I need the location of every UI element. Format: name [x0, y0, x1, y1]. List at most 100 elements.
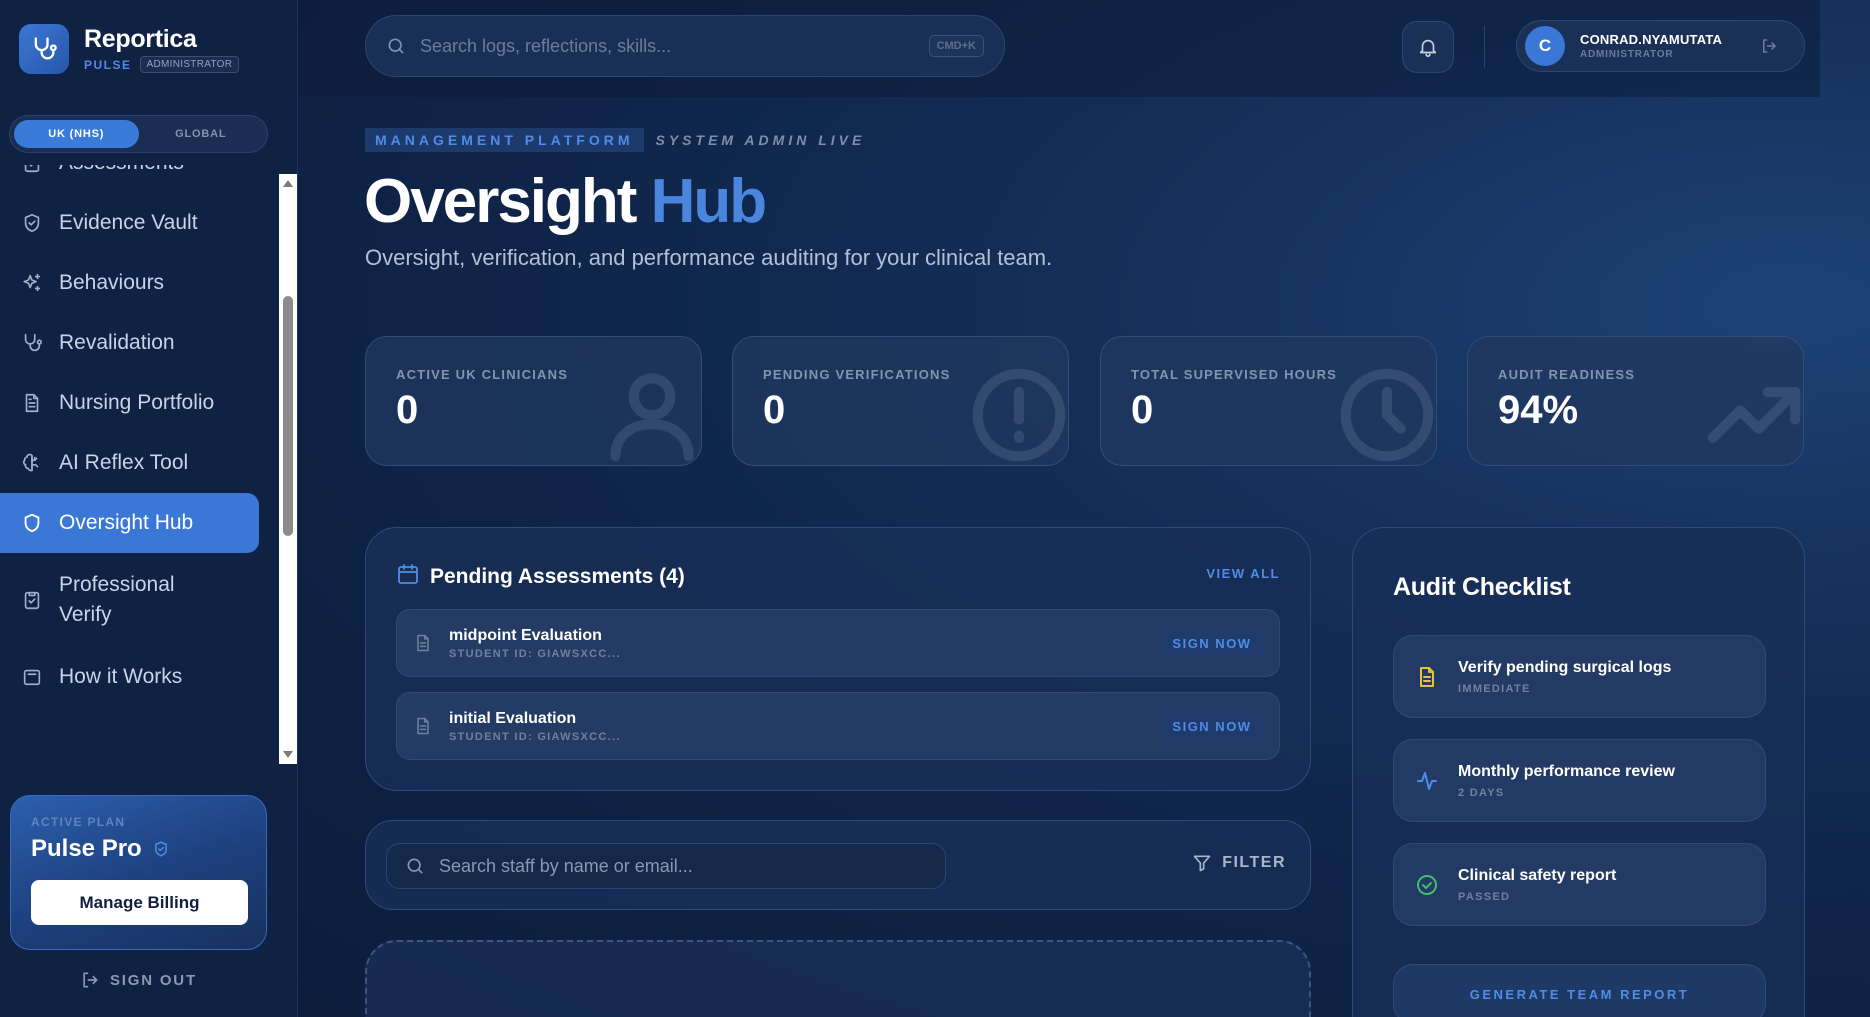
region-option-global[interactable]: GLOBAL [139, 120, 264, 148]
sidebar-item-professional-verify[interactable]: Professional Verify [0, 553, 259, 647]
sparkles-icon [20, 271, 44, 295]
sign-now-button[interactable]: SIGN NOW [1160, 629, 1264, 657]
checklist-item[interactable]: Monthly performance review 2 DAYS [1393, 739, 1766, 822]
list-item: initial Evaluation STUDENT ID: GIAWSXCC.… [396, 692, 1280, 760]
generate-team-report-button[interactable]: GENERATE TEAM REPORT [1393, 964, 1766, 1017]
stat-card-supervised-hours: TOTAL SUPERVISED HOURS 0 [1100, 336, 1437, 466]
brand-name: Reportica [84, 25, 197, 53]
notifications-button[interactable] [1402, 21, 1454, 73]
scroll-down-arrow-icon[interactable] [283, 751, 293, 758]
eyebrow-chip: MANAGEMENT PLATFORM [365, 128, 644, 152]
plan-card: ACTIVE PLAN Pulse Pro Manage Billing [10, 795, 267, 950]
document-icon [20, 391, 44, 415]
clock-icon [1332, 360, 1436, 465]
alert-circle-icon [964, 360, 1068, 465]
assessment-title: initial Evaluation [449, 709, 577, 727]
user-role: ADMINISTRATOR [1580, 49, 1674, 60]
avatar: C [1525, 26, 1565, 66]
sidebar-item-behaviours[interactable]: Behaviours [0, 253, 259, 313]
document-icon [413, 716, 433, 736]
stat-card-active-clinicians: ACTIVE UK CLINICIANS 0 [365, 336, 702, 466]
assessment-student-id: STUDENT ID: GIAWSXCC... [449, 647, 621, 660]
sidebar-item-label: Professional Verify [59, 573, 175, 626]
hero-eyebrow: MANAGEMENT PLATFORM SYSTEM ADMIN LIVE [365, 128, 865, 152]
header-divider [1484, 26, 1485, 68]
sidebar-scrollbar[interactable] [279, 174, 297, 764]
checklist-item[interactable]: Verify pending surgical logs IMMEDIATE [1393, 635, 1766, 718]
search-icon [386, 36, 406, 56]
stethoscope-logo-icon [19, 24, 69, 74]
plan-name: Pulse Pro [31, 835, 142, 862]
sign-now-button[interactable]: SIGN NOW [1160, 712, 1264, 740]
list-item: midpoint Evaluation STUDENT ID: GIAWSXCC… [396, 609, 1280, 677]
audit-checklist-title: Audit Checklist [1393, 573, 1571, 601]
user-menu[interactable]: C CONRAD.NYAMUTATA ADMINISTRATOR [1516, 20, 1805, 72]
global-search: CMD+K [365, 15, 1005, 77]
sidebar-item-evidence-vault[interactable]: Evidence Vault [0, 193, 259, 253]
pending-assessments-panel: Pending Assessments (4) VIEW ALL midpoin… [365, 527, 1311, 791]
clipboard-check-icon [20, 165, 44, 175]
stat-card-audit-readiness: AUDIT READINESS 94% [1467, 336, 1804, 466]
checklist-item-status: PASSED [1458, 890, 1511, 903]
sidebar-item-oversight-hub[interactable]: Oversight Hub [0, 493, 259, 553]
shield-icon [20, 511, 44, 535]
brand-product: PULSE [84, 57, 132, 72]
sidebar-item-how-it-works[interactable]: How it Works [0, 647, 259, 707]
sidebar-nav: Assessments Evidence Vault Behaviours Re… [0, 165, 279, 765]
bell-icon [1419, 39, 1437, 57]
sign-out-button[interactable]: SIGN OUT [80, 970, 197, 990]
brand[interactable]: Reportica PULSE ADMINISTRATOR [19, 24, 240, 74]
sidebar-item-revalidation[interactable]: Revalidation [0, 313, 259, 373]
document-icon [1414, 665, 1440, 689]
checklist-item-title: Clinical safety report [1458, 866, 1617, 884]
user-name: CONRAD.NYAMUTATA [1580, 32, 1723, 47]
activity-icon [1414, 769, 1440, 793]
page-title-main: Oversight [364, 167, 637, 236]
calendar-icon [396, 562, 420, 591]
sidebar-item-assessments[interactable]: Assessments [0, 165, 259, 193]
assessment-title: midpoint Evaluation [449, 626, 602, 644]
filter-icon [1192, 853, 1212, 873]
shield-check-icon [152, 840, 170, 858]
scroll-thumb[interactable] [283, 296, 293, 536]
brain-icon [20, 451, 44, 475]
manage-billing-button[interactable]: Manage Billing [31, 880, 248, 925]
checklist-item-title: Monthly performance review [1458, 762, 1675, 780]
staff-empty-state [365, 940, 1311, 1017]
region-option-uk[interactable]: UK (NHS) [14, 120, 139, 148]
logout-icon [80, 970, 100, 990]
clipboard-check-icon [20, 588, 44, 612]
sidebar-item-label: AI Reflex Tool [59, 451, 189, 474]
sidebar-item-label: Revalidation [59, 331, 175, 354]
scroll-up-arrow-icon[interactable] [283, 180, 293, 187]
plan-label: ACTIVE PLAN [31, 815, 126, 829]
view-all-link[interactable]: VIEW ALL [1206, 566, 1280, 581]
shield-icon [20, 211, 44, 235]
filter-button[interactable]: FILTER [1192, 853, 1286, 873]
sidebar-item-nursing-portfolio[interactable]: Nursing Portfolio [0, 373, 259, 433]
page-title-accent: Hub [650, 167, 768, 236]
audit-checklist-panel: Audit Checklist Verify pending surgical … [1352, 527, 1805, 1017]
sign-out-label: SIGN OUT [110, 971, 197, 989]
logout-icon[interactable] [1760, 37, 1778, 55]
sidebar-item-label: Evidence Vault [59, 211, 198, 234]
checklist-item[interactable]: Clinical safety report PASSED [1393, 843, 1766, 926]
sidebar-item-label: Behaviours [59, 271, 165, 294]
eyebrow-status: SYSTEM ADMIN LIVE [655, 132, 866, 148]
checklist-item-title: Verify pending surgical logs [1458, 658, 1672, 676]
stethoscope-icon [20, 331, 44, 355]
staff-search-input[interactable] [439, 855, 927, 877]
checklist-item-status: IMMEDIATE [1458, 682, 1531, 695]
global-search-input[interactable] [420, 35, 929, 57]
trend-up-icon [1699, 360, 1803, 465]
sidebar-item-label: Assessments [59, 165, 184, 175]
assessment-student-id: STUDENT ID: GIAWSXCC... [449, 730, 621, 743]
sidebar-item-ai-reflex-tool[interactable]: AI Reflex Tool [0, 433, 259, 493]
pending-assessments-title: Pending Assessments (4) [430, 564, 685, 588]
stat-card-pending-verifications: PENDING VERIFICATIONS 0 [732, 336, 1069, 466]
sidebar: Reportica PULSE ADMINISTRATOR UK (NHS) G… [0, 0, 298, 1017]
page-title: Oversight Hub [364, 163, 768, 241]
staff-search [386, 843, 946, 889]
search-shortcut-badge: CMD+K [928, 35, 984, 57]
page-subtitle: Oversight, verification, and performance… [365, 245, 1053, 270]
